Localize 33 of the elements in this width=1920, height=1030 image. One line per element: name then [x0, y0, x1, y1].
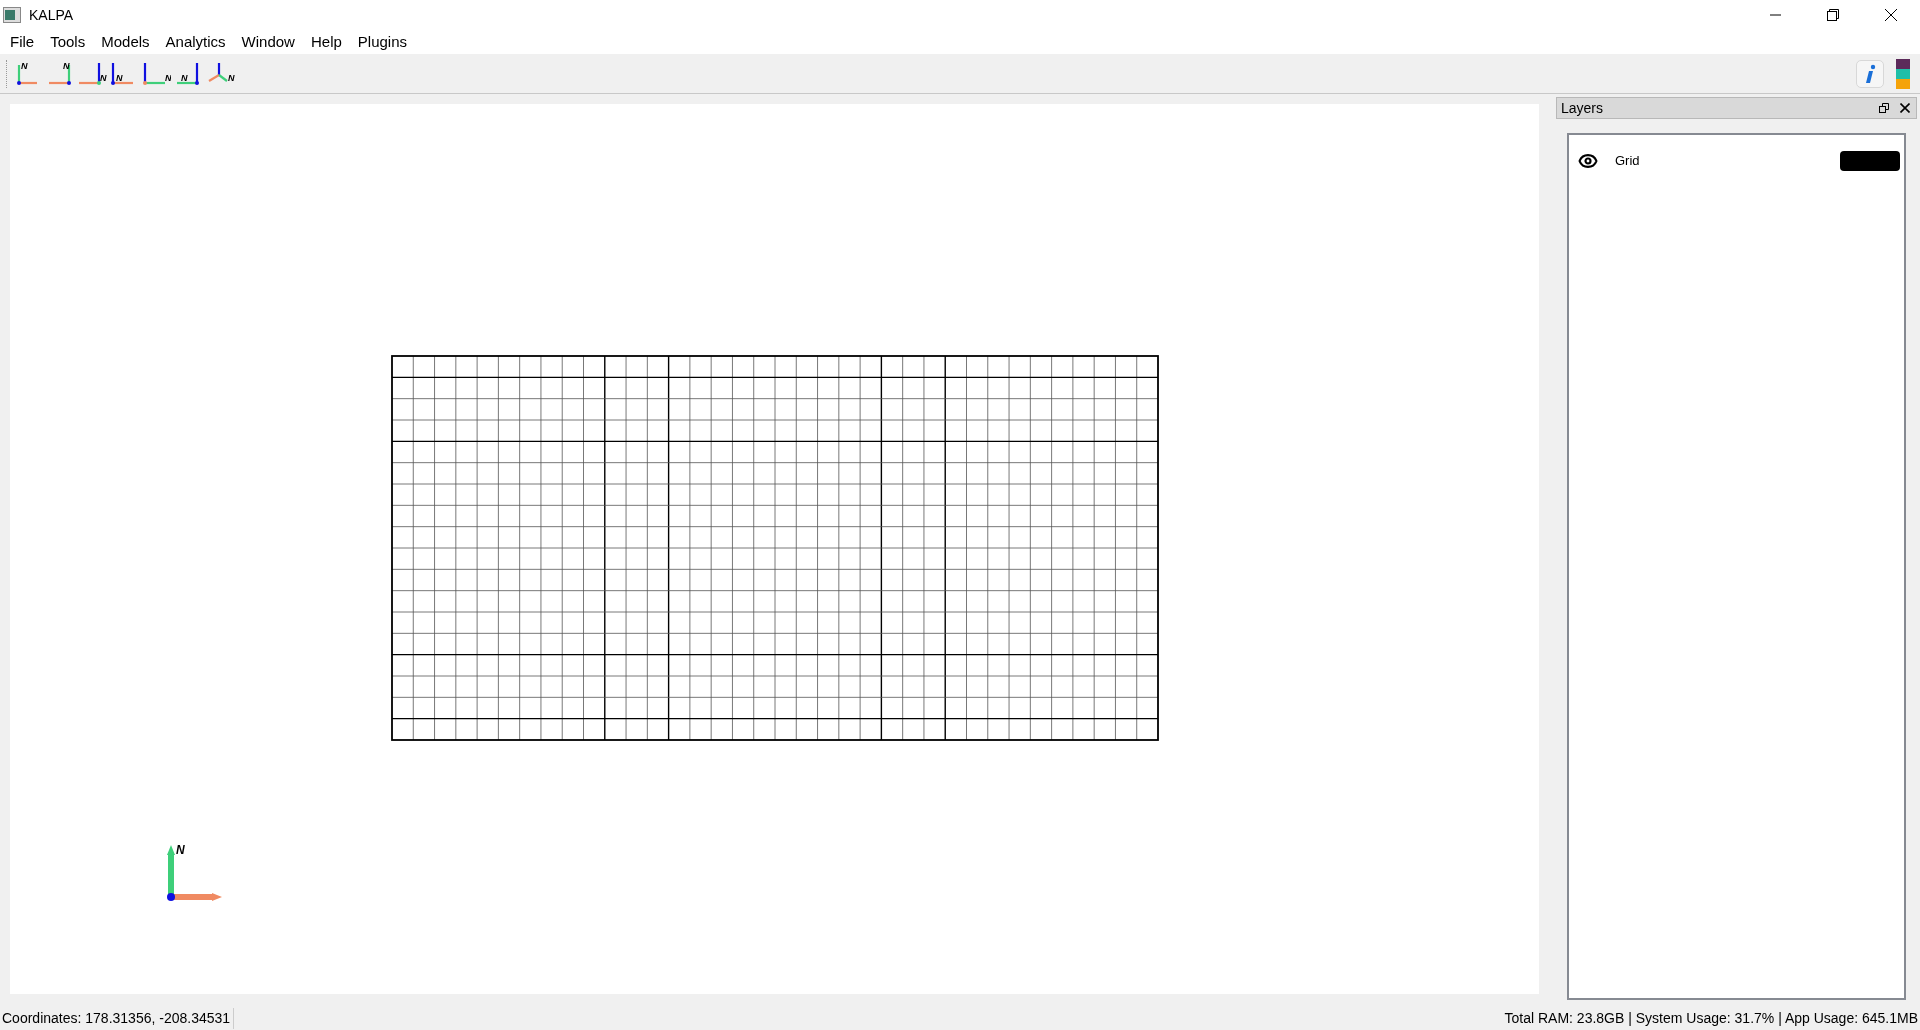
menu-item[interactable]: Help [302, 32, 350, 52]
menu-item[interactable]: Tools [42, 32, 94, 52]
info-icon [1863, 63, 1877, 84]
app-icon [3, 7, 21, 23]
menu-item[interactable]: Models [93, 32, 158, 52]
view-orientation-button[interactable]: N [12, 58, 44, 89]
color-stack-icon [1896, 58, 1910, 89]
close-icon [1885, 9, 1897, 21]
menu-item[interactable]: Window [233, 32, 303, 52]
restore-icon [1827, 9, 1839, 21]
view-orientation-button[interactable]: N [140, 58, 172, 89]
menu-item[interactable]: Plugins [349, 32, 415, 52]
view-orientation-button[interactable]: N [44, 58, 76, 89]
layer-colors-button[interactable] [1896, 58, 1910, 89]
panel-title: Layers [1561, 98, 1604, 118]
menu-item[interactable]: File [2, 32, 43, 52]
view-orientation-button[interactable]: N [76, 58, 108, 89]
close-icon [1900, 103, 1910, 113]
minimize-icon [1769, 14, 1781, 16]
window-title: KALPA [29, 5, 74, 25]
layer-row[interactable]: Grid [1569, 147, 1904, 175]
memory-usage-readout: Total RAM: 23.8GB | System Usage: 31.7% | App Usage: 645.1MB [1504, 1008, 1919, 1028]
menu-item[interactable]: Analytics [157, 32, 234, 52]
info-button[interactable] [1856, 59, 1884, 88]
layer-name: Grid [1615, 152, 1640, 171]
eye-icon [1578, 151, 1598, 171]
float-icon [1879, 103, 1889, 113]
view-orientation-button[interactable]: N [172, 58, 204, 89]
coordinates-readout: Coordinates: 178.31356, -208.34531 [0, 1007, 235, 1029]
view-orientation-button[interactable]: N [204, 58, 236, 89]
layer-color-swatch[interactable] [1840, 151, 1900, 171]
map-canvas[interactable]: N [10, 104, 1539, 994]
view-orientation-button[interactable]: N [108, 58, 140, 89]
